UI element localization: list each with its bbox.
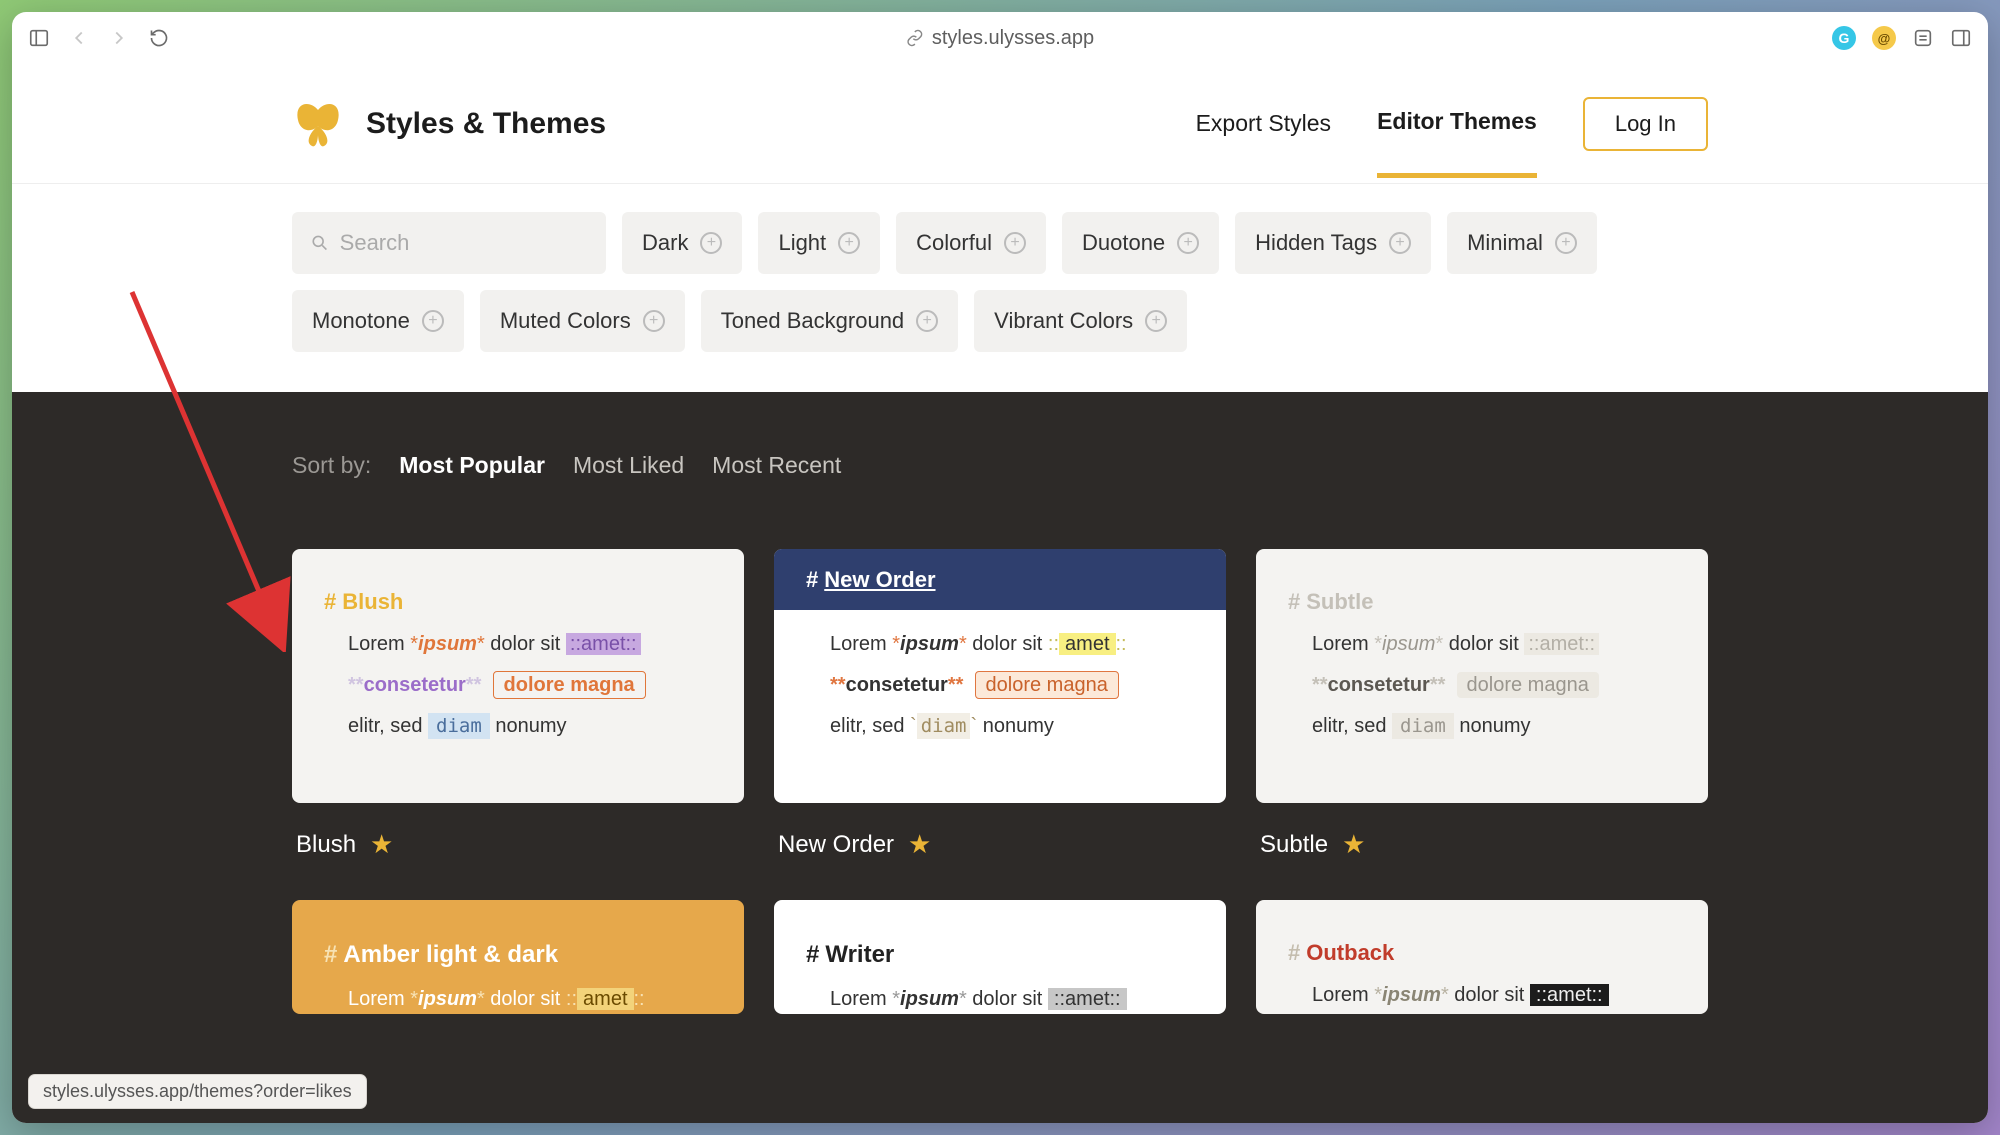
theme-card-writer[interactable]: #Writer Lorem *ipsum* dolor sit ::amet:: <box>774 900 1226 1014</box>
plus-icon: + <box>1555 232 1577 254</box>
sort-most-popular[interactable]: Most Popular <box>399 452 545 479</box>
link-icon <box>906 29 924 47</box>
butterfly-icon <box>292 100 344 148</box>
site-header: Styles & Themes Export Styles Editor The… <box>12 64 1988 184</box>
star-icon[interactable]: ★ <box>370 829 393 860</box>
star-icon[interactable]: ★ <box>1342 829 1365 860</box>
theme-card-amber[interactable]: #Amber light & dark Lorem *ipsum* dolor … <box>292 900 744 1014</box>
plus-icon: + <box>1145 310 1167 332</box>
sort-most-recent[interactable]: Most Recent <box>712 452 841 479</box>
logo[interactable]: Styles & Themes <box>292 100 606 148</box>
sort-row: Sort by: Most Popular Most Liked Most Re… <box>292 452 1708 479</box>
theme-title: Blush <box>342 589 403 614</box>
nav-export-styles[interactable]: Export Styles <box>1196 110 1332 175</box>
sidebar-toggle-icon[interactable] <box>28 27 50 49</box>
browser-toolbar: styles.ulysses.app G @ <box>12 12 1988 64</box>
plus-icon: + <box>643 310 665 332</box>
sort-label: Sort by: <box>292 452 371 479</box>
filter-chip-dark[interactable]: Dark+ <box>622 212 742 274</box>
theme-title: Writer <box>825 941 894 968</box>
extension-icon[interactable]: @ <box>1872 26 1896 50</box>
tabs-icon[interactable] <box>1950 27 1972 49</box>
theme-card-blush[interactable]: #Blush Lorem *ipsum* dolor sit ::amet:: … <box>292 549 744 870</box>
filter-chip-hidden-tags[interactable]: Hidden Tags+ <box>1235 212 1431 274</box>
theme-name: Subtle <box>1260 831 1328 859</box>
nav-editor-themes[interactable]: Editor Themes <box>1377 108 1537 178</box>
site-title: Styles & Themes <box>366 107 606 141</box>
search-input[interactable] <box>340 230 588 256</box>
extensions-icon[interactable] <box>1912 27 1934 49</box>
filter-chip-muted-colors[interactable]: Muted Colors+ <box>480 290 685 352</box>
theme-title: New Order <box>824 567 935 592</box>
filter-chip-monotone[interactable]: Monotone+ <box>292 290 464 352</box>
theme-title: Outback <box>1306 940 1394 965</box>
star-icon[interactable]: ★ <box>908 829 931 860</box>
plus-icon: + <box>422 310 444 332</box>
plus-icon: + <box>700 232 722 254</box>
url-text: styles.ulysses.app <box>932 27 1094 50</box>
login-button[interactable]: Log In <box>1583 97 1708 151</box>
address-bar[interactable]: styles.ulysses.app <box>906 27 1094 50</box>
search-input-wrapper[interactable] <box>292 212 606 274</box>
theme-card-subtle[interactable]: #Subtle Lorem *ipsum* dolor sit ::amet::… <box>1256 549 1708 870</box>
plus-icon: + <box>1389 232 1411 254</box>
theme-card-outback[interactable]: #Outback Lorem *ipsum* dolor sit ::amet:… <box>1256 900 1708 1014</box>
filter-bar: Dark+ Light+ Colorful+ Duotone+ Hidden T… <box>12 184 1988 392</box>
filter-chip-duotone[interactable]: Duotone+ <box>1062 212 1219 274</box>
theme-name: New Order <box>778 831 894 859</box>
themes-grid: #Blush Lorem *ipsum* dolor sit ::amet:: … <box>292 549 1708 1014</box>
back-icon[interactable] <box>68 27 90 49</box>
status-bar-link: styles.ulysses.app/themes?order=likes <box>28 1074 367 1109</box>
filter-chip-colorful[interactable]: Colorful+ <box>896 212 1046 274</box>
theme-card-new-order[interactable]: #New Order Lorem *ipsum* dolor sit ::ame… <box>774 549 1226 870</box>
filter-chip-toned-background[interactable]: Toned Background+ <box>701 290 958 352</box>
forward-icon[interactable] <box>108 27 130 49</box>
theme-name: Blush <box>296 831 356 859</box>
plus-icon: + <box>1004 232 1026 254</box>
plus-icon: + <box>838 232 860 254</box>
themes-section: Sort by: Most Popular Most Liked Most Re… <box>12 392 1988 1123</box>
extension-grammarly-icon[interactable]: G <box>1832 26 1856 50</box>
filter-chip-vibrant-colors[interactable]: Vibrant Colors+ <box>974 290 1187 352</box>
theme-title: Subtle <box>1306 589 1373 614</box>
filter-chip-minimal[interactable]: Minimal+ <box>1447 212 1597 274</box>
plus-icon: + <box>1177 232 1199 254</box>
search-icon <box>310 232 330 254</box>
theme-title: Amber light & dark <box>343 941 558 968</box>
plus-icon: + <box>916 310 938 332</box>
reload-icon[interactable] <box>148 27 170 49</box>
filter-chip-light[interactable]: Light+ <box>758 212 880 274</box>
sort-most-liked[interactable]: Most Liked <box>573 452 684 479</box>
